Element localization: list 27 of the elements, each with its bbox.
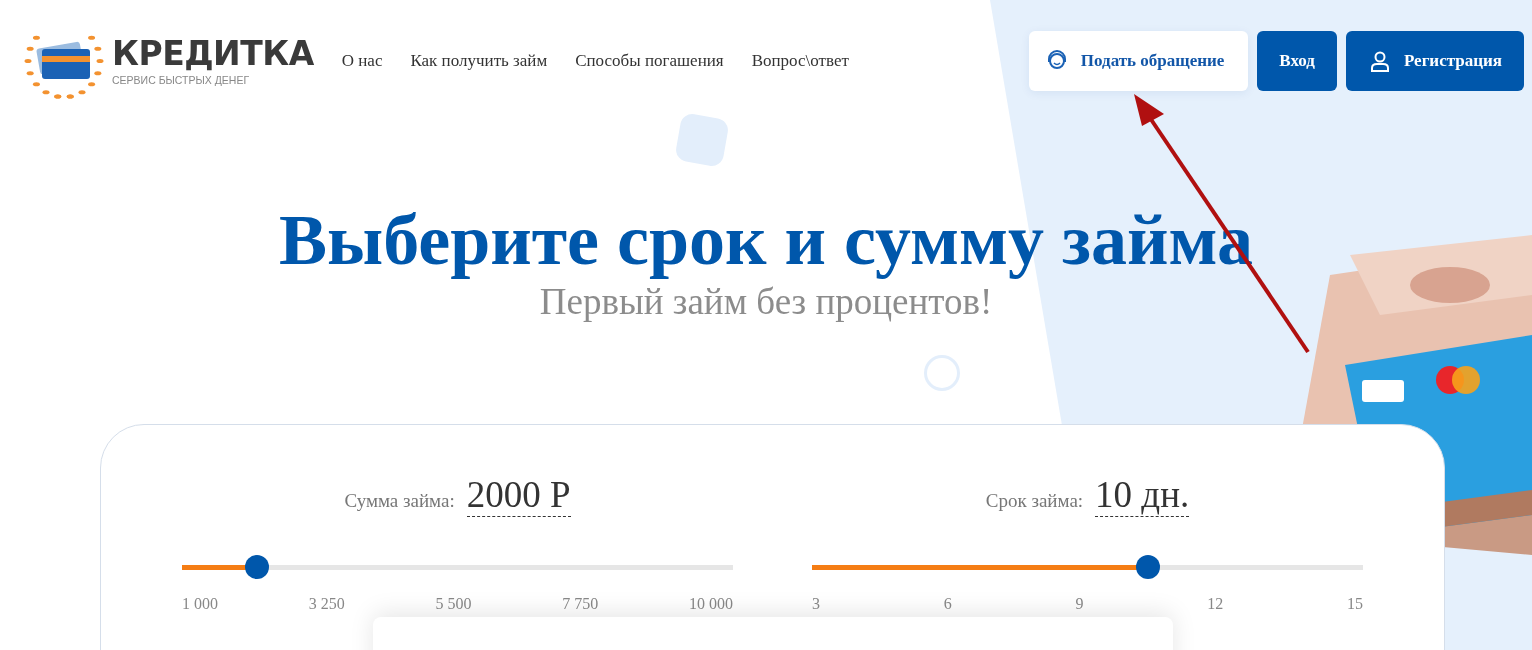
logo-name: КРЕДИТКА (112, 36, 314, 70)
slider-value[interactable]: 2000 Р (466, 475, 571, 517)
slider-label: Срок займа: (985, 490, 1084, 512)
nav-link[interactable]: О нас (341, 51, 383, 71)
tick-label: 9 (1075, 595, 1084, 613)
support-button[interactable]: Подать обращение (1028, 31, 1249, 91)
tick-label: 1 000 (182, 595, 218, 613)
logo-tagline: СЕРВИС БЫСТРЫХ ДЕНЕГ (112, 73, 251, 86)
tick-label: 3 250 (308, 595, 345, 613)
slider-thumb[interactable] (1135, 555, 1160, 579)
slider-label: Сумма займа: (344, 490, 455, 512)
tick-label: 5 500 (435, 595, 472, 613)
decoration (924, 355, 960, 391)
slider-thumb[interactable] (245, 555, 270, 579)
nav-link[interactable]: Способы погашения (575, 51, 724, 71)
nav-link[interactable]: Как получить займ (410, 51, 548, 71)
hero-subtitle: Первый займ без процентов! (538, 280, 994, 324)
slider-value[interactable]: 10 дн. (1095, 475, 1190, 517)
nav-link[interactable]: Вопрос\ответ (751, 51, 849, 71)
tick-label: 3 (812, 595, 820, 613)
tick-label: 15 (1347, 595, 1363, 613)
register-button[interactable]: Регистрация (1345, 31, 1524, 91)
tick-label: 7 750 (562, 595, 599, 613)
tick-label: 6 (943, 595, 952, 613)
tick-label: 10 000 (689, 595, 733, 613)
tick-label: 12 (1207, 595, 1224, 613)
login-button[interactable]: Вход (1257, 31, 1337, 91)
